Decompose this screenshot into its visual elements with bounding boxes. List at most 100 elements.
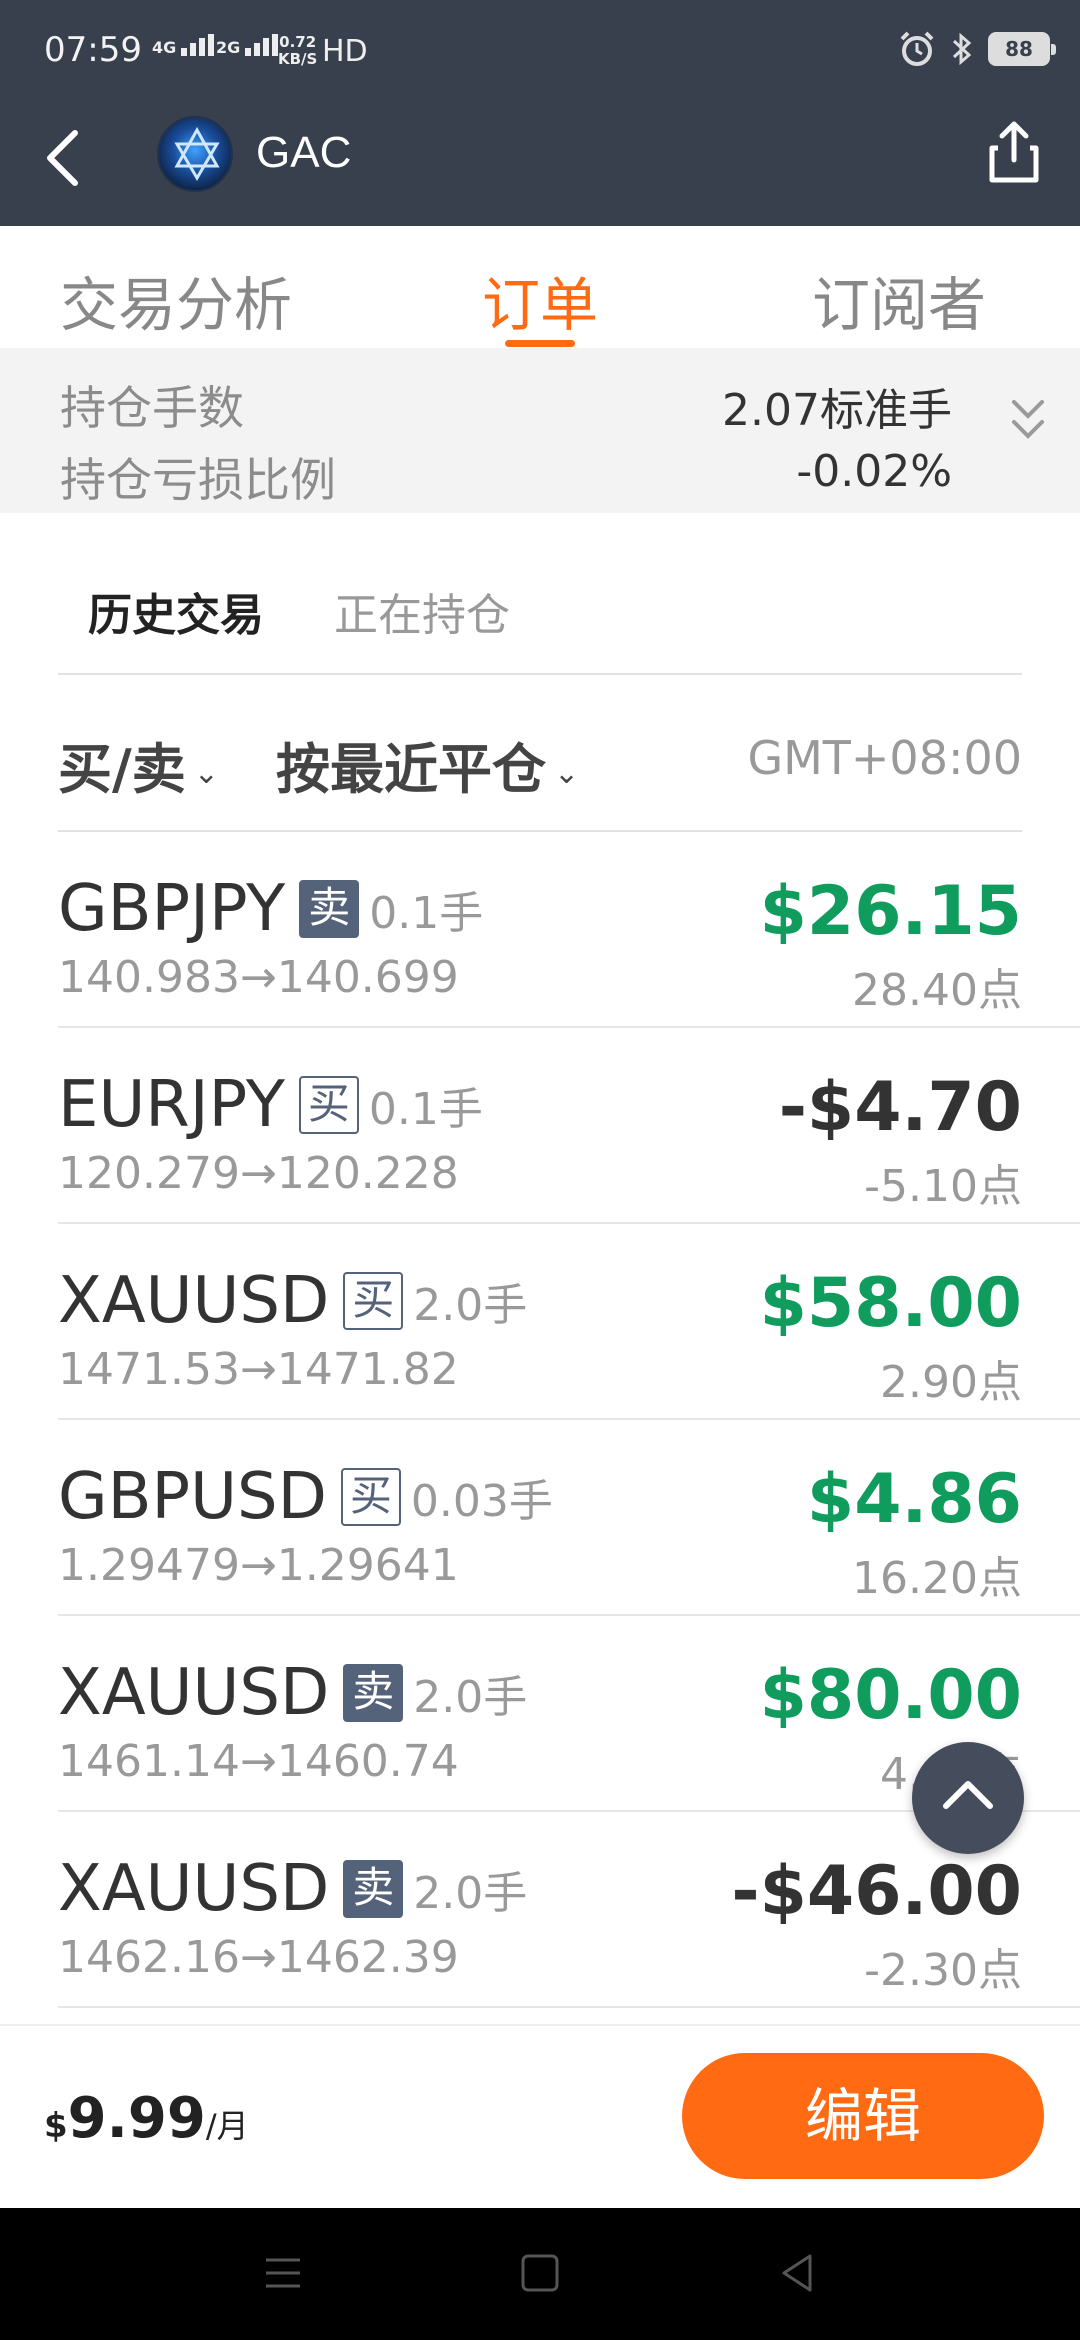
- double-chevron-down-icon[interactable]: [1008, 394, 1048, 446]
- open-price: 120.279: [58, 1148, 240, 1199]
- status-time: 07:59: [44, 30, 142, 70]
- main-tabs: 交易分析 订单 订阅者: [0, 238, 1080, 348]
- history-tabs: 历史交易 正在持仓: [0, 513, 1080, 673]
- home-square-icon[interactable]: [515, 2248, 565, 2298]
- tab-history-trades[interactable]: 历史交易: [88, 579, 264, 643]
- sort-filter-label: 按最近平仓: [276, 738, 546, 801]
- order-points: 28.40点: [852, 965, 1022, 1016]
- arrow-right-icon: →: [239, 1932, 277, 1983]
- lots-value: 2.07标准手: [722, 385, 952, 436]
- order-symbol: GBPUSD: [58, 1460, 327, 1534]
- subscription-price: $9.99/月: [44, 2086, 249, 2151]
- sim2-label: 2G: [216, 38, 241, 57]
- order-row[interactable]: GBPUSD 买 0.03手 1.29479→1.29641 $4.86 16.20…: [0, 1420, 1080, 1616]
- net-speed-unit: KB/S: [278, 50, 318, 68]
- order-lots: 2.0手: [413, 1868, 528, 1919]
- net-speed-value: 0.72: [279, 33, 317, 51]
- pl-ratio-value: -0.02%: [796, 446, 952, 497]
- open-price: 1462.16: [58, 1932, 240, 1983]
- scroll-to-top-button[interactable]: [912, 1742, 1024, 1854]
- chevron-left-icon[interactable]: [40, 128, 90, 188]
- signal-sim1: 4G: [152, 34, 217, 56]
- order-points: 16.20点: [852, 1553, 1022, 1604]
- signal-sim2: 2G: [216, 34, 281, 56]
- order-points: 2.90点: [880, 1357, 1022, 1408]
- tab-subscribers[interactable]: 订阅者: [812, 258, 986, 342]
- order-lots: 2.0手: [413, 1672, 528, 1723]
- arrow-right-icon: →: [239, 1736, 277, 1787]
- order-side-badge: 卖: [343, 1664, 404, 1722]
- order-profit: $4.86: [806, 1460, 1022, 1539]
- order-row[interactable]: EURJPY 买 0.1手 120.279→120.228 -$4.70 -5.10…: [0, 1028, 1080, 1224]
- price-currency: $: [44, 2106, 68, 2146]
- lots-label: 持仓手数: [60, 381, 244, 435]
- avatar[interactable]: [157, 116, 233, 192]
- order-symbol: GBPJPY: [58, 872, 286, 946]
- order-row[interactable]: XAUUSD 买 2.0手 1471.53→1471.82 $58.00 2.90点: [0, 1224, 1080, 1420]
- system-nav-bar: [0, 2208, 1080, 2340]
- side-filter-label: 买/卖: [58, 738, 186, 801]
- order-lots: 0.03手: [410, 1476, 553, 1527]
- edit-button[interactable]: 编辑: [682, 2053, 1044, 2179]
- open-price: 1461.14: [58, 1736, 240, 1787]
- pl-ratio-label: 持仓亏损比例: [60, 453, 336, 507]
- tab-trade-analysis[interactable]: 交易分析: [60, 258, 292, 342]
- chevron-down-icon: ⌄: [554, 755, 580, 791]
- order-points: -5.10点: [864, 1161, 1022, 1212]
- open-price: 1471.53: [58, 1344, 240, 1395]
- subscription-bar: $9.99/月 编辑: [0, 2024, 1080, 2208]
- arrow-right-icon: →: [239, 1344, 277, 1395]
- row-divider: [58, 2006, 1080, 2008]
- close-price: 120.228: [276, 1148, 459, 1199]
- price-amount: 9.99: [67, 2086, 206, 2151]
- order-side-badge: 卖: [299, 880, 360, 938]
- order-profit: $26.15: [759, 872, 1022, 951]
- order-lots: 2.0手: [413, 1280, 528, 1331]
- order-side-badge: 卖: [343, 1860, 404, 1918]
- arrow-right-icon: →: [239, 1148, 277, 1199]
- order-points: -2.30点: [864, 1945, 1022, 1996]
- order-profit: $80.00: [759, 1656, 1022, 1735]
- close-price: 1.29641: [276, 1540, 459, 1591]
- tab-orders[interactable]: 订单: [482, 258, 598, 342]
- order-profit: $58.00: [759, 1264, 1022, 1343]
- sort-filter[interactable]: 按最近平仓 ⌄: [276, 725, 579, 804]
- order-row[interactable]: GBPJPY 卖 0.1手 140.983→140.699 $26.15 28.40…: [0, 832, 1080, 1028]
- order-lots: 0.1手: [368, 1084, 483, 1135]
- close-price: 140.699: [276, 952, 459, 1003]
- order-symbol: EURJPY: [58, 1068, 285, 1142]
- tab-open-positions[interactable]: 正在持仓: [334, 579, 510, 643]
- order-symbol: XAUUSD: [58, 1264, 330, 1338]
- order-profit: -$4.70: [778, 1068, 1022, 1147]
- order-side-badge: 买: [343, 1272, 404, 1330]
- side-filter[interactable]: 买/卖 ⌄: [58, 725, 219, 804]
- app-header: 07:59 4G 2G 0.72 KB/S HD 88 GAC: [0, 0, 1080, 226]
- status-bar: 07:59 4G 2G 0.72 KB/S HD 88: [0, 0, 1080, 106]
- order-lots: 0.1手: [369, 888, 484, 939]
- share-icon[interactable]: [984, 118, 1044, 186]
- arrow-right-icon: →: [239, 1540, 277, 1591]
- timezone-label: GMT+08:00: [747, 731, 1022, 785]
- star-logo-icon: [174, 126, 220, 181]
- order-side-badge: 买: [340, 1468, 401, 1526]
- order-symbol: XAUUSD: [58, 1852, 330, 1926]
- page-title: GAC: [256, 128, 352, 177]
- hd-indicator: HD: [322, 34, 368, 69]
- back-triangle-icon[interactable]: [772, 2248, 822, 2298]
- price-period: /月: [205, 2107, 249, 2145]
- close-price: 1471.82: [276, 1344, 459, 1395]
- battery-indicator: 88: [988, 32, 1056, 66]
- net-speed: 0.72 KB/S: [278, 34, 317, 68]
- chevron-down-icon: ⌄: [193, 755, 219, 791]
- open-price: 140.983: [58, 952, 240, 1003]
- order-profit: -$46.00: [731, 1852, 1022, 1931]
- menu-icon[interactable]: [258, 2248, 308, 2298]
- close-price: 1462.39: [276, 1932, 459, 1983]
- order-side-badge: 买: [298, 1076, 359, 1134]
- open-price: 1.29479: [58, 1540, 240, 1591]
- arrow-right-icon: →: [239, 952, 277, 1003]
- bluetooth-icon: [952, 32, 972, 66]
- active-tab-indicator: [505, 340, 575, 347]
- sim1-label: 4G: [152, 38, 177, 57]
- position-summary[interactable]: 持仓手数 2.07标准手 持仓亏损比例 -0.02%: [0, 348, 1080, 513]
